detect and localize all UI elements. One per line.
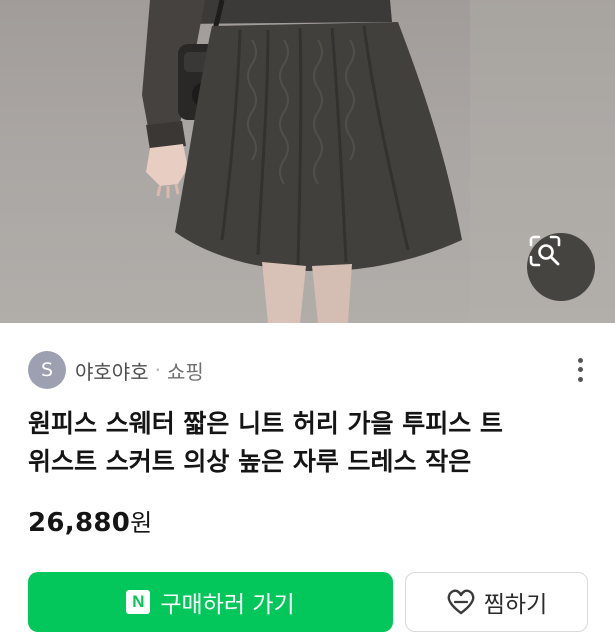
seller-avatar[interactable]: S <box>28 351 66 389</box>
seller-name[interactable]: 야호야호 <box>75 356 149 385</box>
heart-icon <box>447 589 475 615</box>
product-title[interactable]: 원피스 스웨터 짧은 니트 허리 가을 투피스 트 위스트 스커트 의상 높은 … <box>28 405 588 481</box>
product-title-line-1: 원피스 스웨터 짧은 니트 허리 가을 투피스 트 <box>28 409 503 438</box>
separator-dot: · <box>154 358 161 382</box>
product-photo-illustration <box>142 0 615 323</box>
wishlist-button[interactable]: 찜하기 <box>405 572 588 632</box>
product-price: 26,880원 <box>28 503 153 538</box>
buy-button-label: 구매하러 가기 <box>160 592 295 618</box>
source-row: S 야호야호 · 쇼핑 <box>28 350 588 390</box>
product-image[interactable] <box>0 0 615 323</box>
buy-button[interactable]: N 구매하러 가기 <box>28 572 393 632</box>
price-value: 26,880 <box>28 508 131 538</box>
naver-n-icon: N <box>126 590 151 614</box>
more-vertical-icon[interactable] <box>572 356 588 384</box>
wishlist-button-label: 찜하기 <box>483 592 548 618</box>
product-title-line-2: 위스트 스커트 의상 높은 자루 드레스 작은 <box>28 447 472 476</box>
price-unit: 원 <box>130 509 153 537</box>
category-label: 쇼핑 <box>166 359 204 384</box>
image-search-icon <box>529 235 561 267</box>
image-search-button[interactable] <box>527 233 595 301</box>
